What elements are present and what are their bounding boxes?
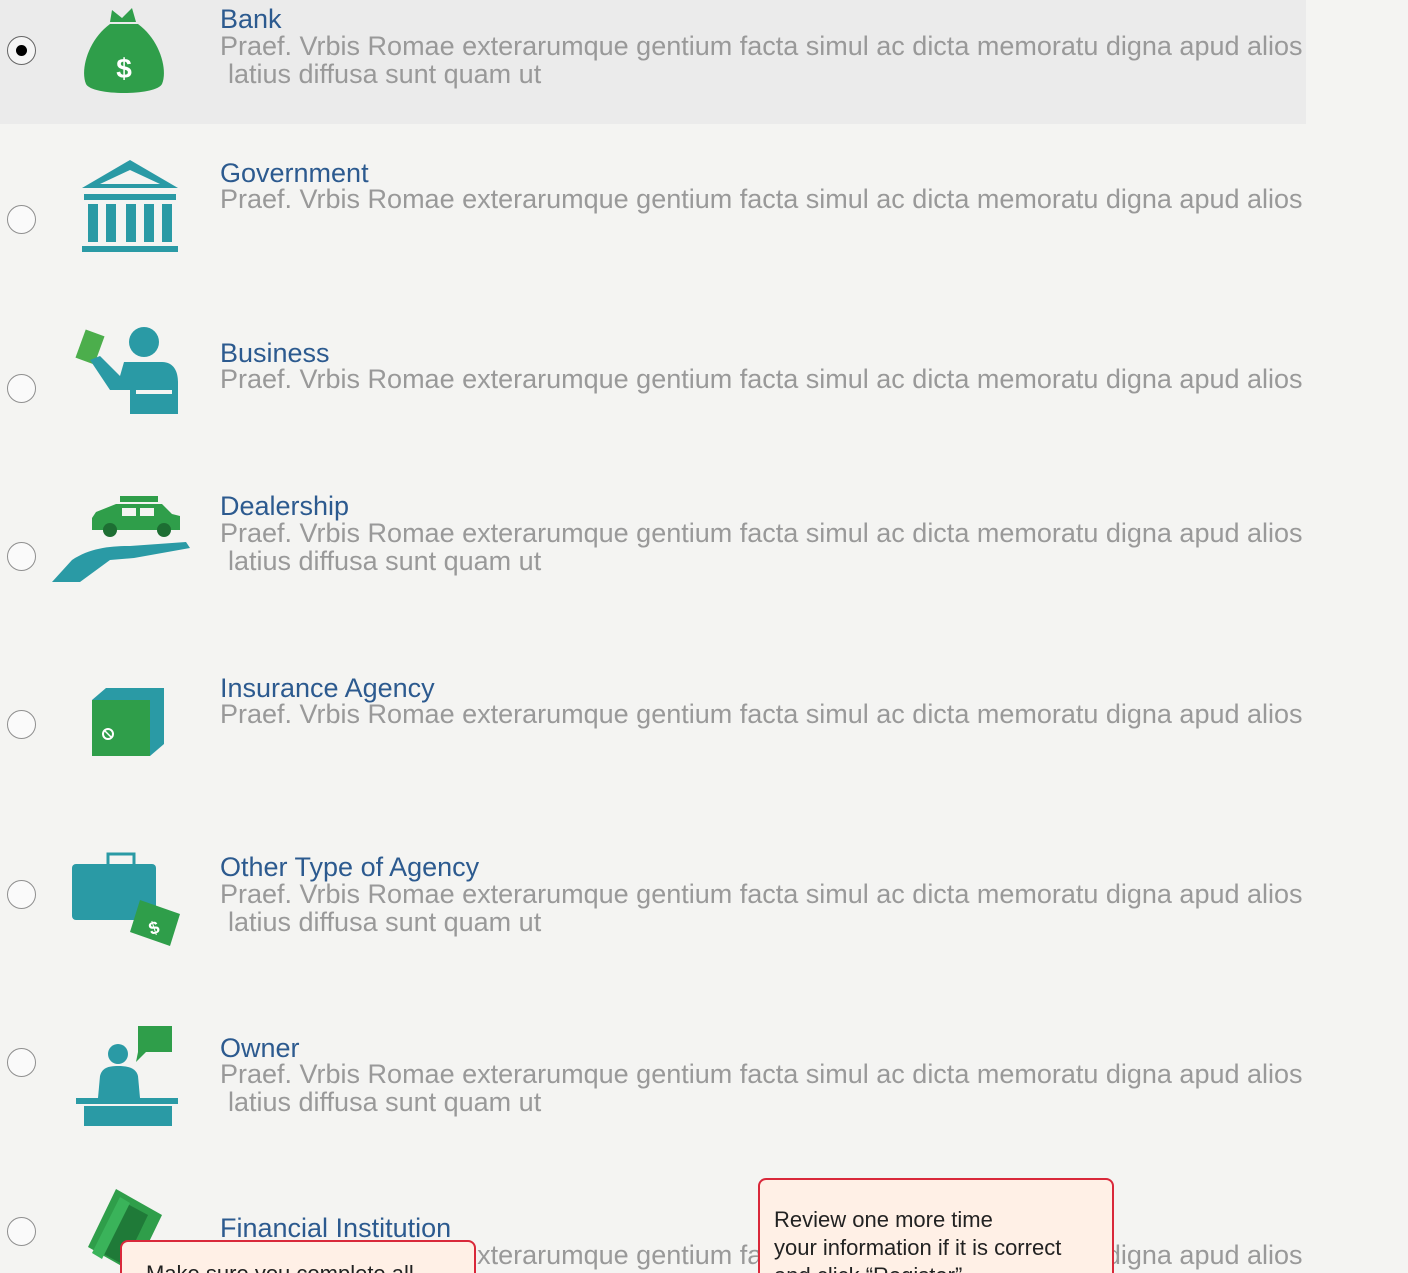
radio-owner[interactable] [7, 1048, 36, 1077]
bank-building-icon [82, 160, 178, 252]
complete-all-callout: Make sure you complete all [120, 1240, 476, 1273]
radio-other-agency[interactable] [7, 880, 36, 909]
option-description: Praef. Vrbis Romae exterarumque gentium … [220, 365, 1400, 393]
businessman-icon [75, 327, 178, 414]
callout-line-3: and click “Register” [774, 1262, 1098, 1273]
option-description: Praef. Vrbis Romae exterarumque gentium … [220, 519, 1400, 575]
briefcase-money-icon: $ [72, 852, 180, 946]
safe-icon [92, 688, 164, 756]
person-desk-icon [76, 1026, 178, 1126]
option-description: Praef. Vrbis Romae exterarumque gentium … [220, 880, 1400, 936]
radio-business[interactable] [7, 374, 36, 403]
option-title: Owner [220, 1033, 300, 1063]
option-description: Praef. Vrbis Romae exterarumque gentium … [220, 1060, 1400, 1116]
radio-insurance-agency[interactable] [7, 710, 36, 739]
money-bag-icon: $ [84, 8, 164, 93]
svg-text:$: $ [116, 53, 132, 84]
description-line-2: latius diffusa sunt quam ut [228, 1087, 542, 1117]
callout-line-1: Review one more time [774, 1207, 993, 1232]
car-in-hand-icon [52, 496, 190, 582]
description-line-1: Praef. Vrbis Romae exterarumque gentium … [220, 31, 1303, 61]
radio-dealership[interactable] [7, 542, 36, 571]
description-line-1: Praef. Vrbis Romae exterarumque gentium … [220, 699, 1303, 729]
description-line-1: Praef. Vrbis Romae exterarumque gentium … [220, 364, 1303, 394]
description-line-2: latius diffusa sunt quam ut [228, 59, 542, 89]
description-line-2: latius diffusa sunt quam ut [228, 546, 542, 576]
radio-government[interactable] [7, 205, 36, 234]
option-description: Praef. Vrbis Romae exterarumque gentium … [220, 32, 1400, 88]
description-line-1: Praef. Vrbis Romae exterarumque gentium … [220, 1059, 1303, 1089]
option-description: Praef. Vrbis Romae exterarumque gentium … [220, 700, 1400, 728]
radio-bank[interactable] [7, 36, 36, 65]
description-line-2: latius diffusa sunt quam ut [228, 907, 542, 937]
option-title: Bank [220, 4, 282, 34]
option-title: Business [220, 338, 330, 368]
description-line-1: Praef. Vrbis Romae exterarumque gentium … [220, 184, 1303, 214]
review-callout: Review one more time your information if… [758, 1178, 1114, 1273]
option-description: Praef. Vrbis Romae exterarumque gentium … [220, 185, 1400, 213]
option-title: Financial Institution [220, 1213, 452, 1243]
option-title: Dealership [220, 491, 350, 521]
account-type-page: $ Bank Praef. Vrbis Romae exterarumque g… [0, 0, 1408, 1273]
callout-text: Make sure you complete all [146, 1261, 414, 1273]
description-line-1: Praef. Vrbis Romae exterarumque gentium … [220, 518, 1303, 548]
callout-line-2: your information if it is correct [774, 1235, 1062, 1260]
description-line-1: Praef. Vrbis Romae exterarumque gentium … [220, 879, 1303, 909]
radio-financial-institution[interactable] [7, 1217, 36, 1246]
option-title: Insurance Agency [220, 673, 435, 703]
option-title: Government [220, 158, 369, 188]
option-title: Other Type of Agency [220, 852, 480, 882]
